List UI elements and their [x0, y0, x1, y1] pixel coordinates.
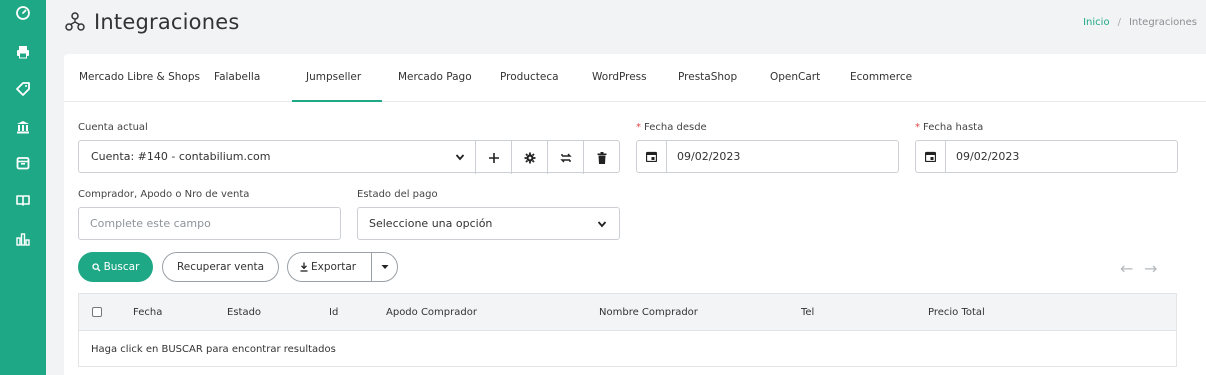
- box-icon[interactable]: [12, 152, 34, 174]
- comprador-placeholder: Complete este campo: [90, 217, 211, 230]
- tab-jumpseller[interactable]: Jumpseller: [306, 71, 361, 83]
- chevron-down-icon: [455, 154, 465, 161]
- exportar-button[interactable]: Exportar: [300, 261, 356, 273]
- chevron-down-icon: [597, 221, 607, 228]
- tab-opencart[interactable]: OpenCart: [770, 71, 820, 83]
- required-mark: *: [915, 122, 920, 133]
- breadcrumb-separator: /: [1117, 17, 1121, 28]
- download-icon: [300, 262, 308, 272]
- integrations-icon: [64, 11, 86, 33]
- tab-producteca[interactable]: Producteca: [500, 71, 559, 83]
- trash-icon: [597, 151, 607, 164]
- fecha-hasta-label: * Fecha hasta: [915, 122, 984, 133]
- calendar-icon: [916, 141, 946, 172]
- dashboard-gauge-icon[interactable]: [12, 2, 34, 24]
- next-page-arrow-icon[interactable]: →: [1144, 259, 1157, 278]
- estado-pago-select[interactable]: Seleccione una opción: [357, 207, 620, 240]
- estado-pago-label: Estado del pago: [357, 189, 438, 200]
- fecha-hasta-field[interactable]: 09/02/2023: [915, 140, 1178, 173]
- required-mark: *: [636, 122, 641, 133]
- cuenta-label: Cuenta actual: [78, 122, 148, 133]
- cuenta-select-value: Cuenta: #140 - contabilium.com: [91, 150, 271, 163]
- exportar-dropdown-toggle[interactable]: [372, 253, 398, 281]
- gear-icon: [524, 152, 536, 163]
- calendar-icon: [637, 141, 667, 172]
- active-tab-indicator: [292, 100, 382, 102]
- sync-account-button[interactable]: [547, 141, 584, 174]
- search-icon: [91, 262, 101, 271]
- breadcrumb: Inicio / Integraciones: [1083, 17, 1197, 28]
- fecha-desde-field[interactable]: 09/02/2023: [636, 140, 899, 173]
- tab-falabella[interactable]: Falabella: [214, 71, 260, 83]
- comprador-input[interactable]: Complete este campo: [78, 207, 341, 240]
- select-all-checkbox[interactable]: [92, 307, 102, 317]
- column-header-nombre-comprador[interactable]: Nombre Comprador: [599, 307, 698, 318]
- table-header: Fecha Estado Id Apodo Comprador Nombre C…: [79, 294, 1176, 331]
- book-icon[interactable]: [12, 189, 34, 211]
- page-title: Integraciones: [94, 10, 240, 34]
- column-header-apodo-comprador[interactable]: Apodo Comprador: [386, 307, 477, 318]
- tab-wordpress[interactable]: WordPress: [592, 71, 647, 83]
- bar-chart-icon[interactable]: [12, 228, 34, 250]
- bank-icon[interactable]: [12, 116, 34, 138]
- column-header-estado[interactable]: Estado: [227, 307, 261, 318]
- exportar-label: Exportar: [311, 261, 357, 273]
- buscar-label: Buscar: [103, 261, 140, 273]
- column-header-precio-total[interactable]: Precio Total: [928, 307, 985, 318]
- fecha-desde-value: 09/02/2023: [677, 150, 741, 163]
- exportar-button-group: Exportar: [287, 252, 398, 282]
- sync-arrows-icon: [560, 153, 572, 162]
- tab-mercado-pago[interactable]: Mercado Pago: [398, 71, 472, 83]
- fecha-hasta-value: 09/02/2023: [956, 150, 1020, 163]
- plus-icon: [489, 152, 499, 163]
- column-header-id[interactable]: Id: [329, 307, 338, 318]
- comprador-label: Comprador, Apodo o Nro de venta: [78, 189, 250, 200]
- results-table: Fecha Estado Id Apodo Comprador Nombre C…: [78, 293, 1177, 367]
- add-account-button[interactable]: [475, 141, 512, 174]
- integration-tabs: Mercado Libre & Shops Falabella Jumpsell…: [64, 54, 1206, 102]
- column-header-fecha[interactable]: Fecha: [133, 307, 162, 318]
- tag-icon[interactable]: [12, 78, 34, 100]
- cuenta-select[interactable]: Cuenta: #140 - contabilium.com: [79, 141, 475, 172]
- recuperar-label: Recuperar venta: [176, 261, 265, 273]
- integrations-card: Mercado Libre & Shops Falabella Jumpsell…: [64, 54, 1206, 375]
- printer-icon[interactable]: [12, 41, 34, 63]
- tab-ecommerce[interactable]: Ecommerce: [850, 71, 912, 83]
- column-header-tel[interactable]: Tel: [801, 307, 814, 318]
- prev-page-arrow-icon[interactable]: ←: [1120, 259, 1133, 278]
- tab-mercado-libre-shops[interactable]: Mercado Libre & Shops: [79, 71, 200, 83]
- estado-pago-value: Seleccione una opción: [369, 217, 493, 230]
- breadcrumb-current: Integraciones: [1128, 17, 1197, 28]
- buscar-button[interactable]: Buscar: [78, 252, 153, 282]
- recuperar-venta-button[interactable]: Recuperar venta: [162, 252, 279, 282]
- cuenta-select-group: Cuenta: #140 - contabilium.com: [78, 140, 620, 174]
- empty-results-message: Haga click en BUSCAR para encontrar resu…: [91, 344, 336, 355]
- page-header: Integraciones: [64, 8, 240, 36]
- fecha-desde-label: * Fecha desde: [636, 122, 707, 133]
- sidebar: [0, 0, 46, 375]
- caret-down-icon: [381, 265, 389, 269]
- breadcrumb-home-link[interactable]: Inicio: [1083, 17, 1109, 28]
- account-settings-button[interactable]: [511, 141, 548, 174]
- tab-prestashop[interactable]: PrestaShop: [678, 71, 737, 83]
- delete-account-button[interactable]: [583, 141, 620, 174]
